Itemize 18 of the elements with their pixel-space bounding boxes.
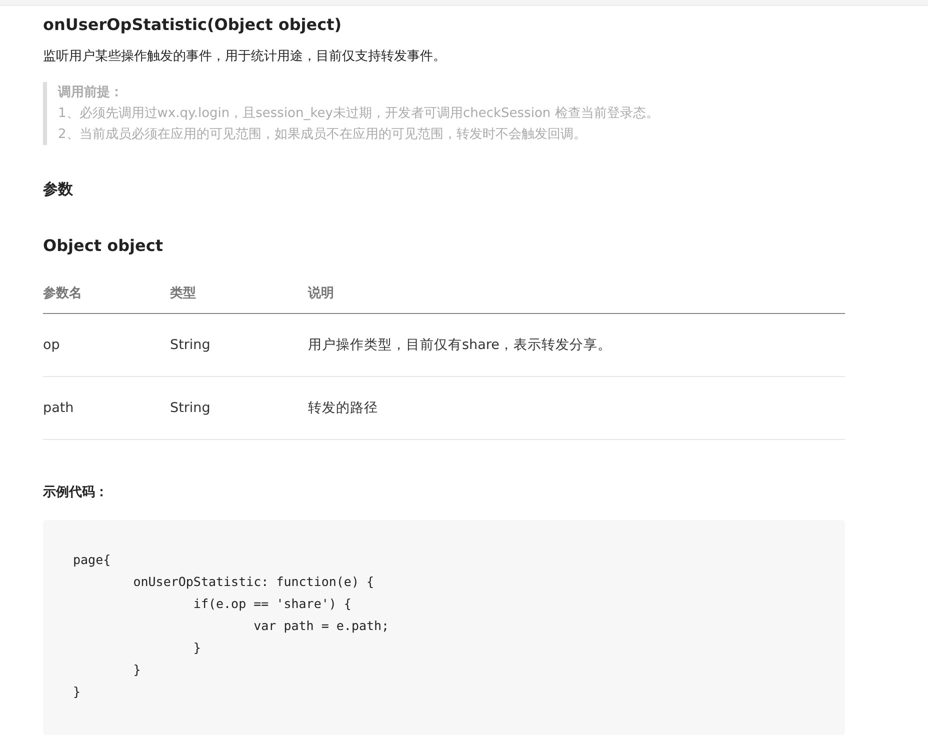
code-text: page{ onUserOpStatistic: function(e) { if(e.op == 'share') { var path = e.path; } } } [73,551,390,701]
table-cell: String [170,376,308,440]
note-line: 1、必须先调用过wx.qy.login，且session_key未过期，开发者可调用checkSession 检查当前登录态。 [58,105,660,123]
note-line: 2、当前成员必须在应用的可见范围，如果成员不在应用的可见范围，转发时不会触发回调。 [58,126,588,144]
table-cell: path [43,376,170,440]
page-title: onUserOpStatistic(Object object) [43,14,343,36]
table-cell: 转发的路径 [308,376,845,440]
column-header: 类型 [170,272,308,314]
description-text: 监听用户某些操作触发的事件，用于统计用途，目前仅支持转发事件。 [43,48,447,66]
example-heading: 示例代码： [43,484,109,502]
table-cell: 用户操作类型，目前仅有share，表示转发分享。 [308,314,845,376]
column-header: 参数名 [43,272,170,314]
note-heading: 调用前提： [58,84,124,102]
section-heading: Object object [43,235,164,257]
table-cell: String [170,314,308,376]
column-header: 说明 [308,272,845,314]
table-cell: op [43,314,170,376]
section-heading: 参数 [43,179,74,200]
